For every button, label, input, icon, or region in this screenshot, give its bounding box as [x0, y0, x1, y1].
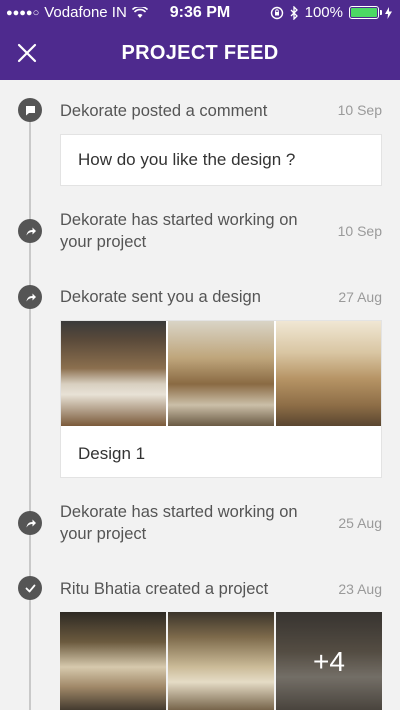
share-arrow-icon — [18, 219, 42, 243]
feed-item-text: Dekorate has started working on your pro… — [60, 211, 298, 251]
share-arrow-icon — [18, 285, 42, 309]
design-photo[interactable] — [168, 321, 274, 426]
project-photos: +4 — [60, 612, 382, 710]
feed-item-date: 23 Aug — [338, 581, 382, 597]
feed-item-text: Ritu Bhatia created a project — [60, 580, 269, 598]
app-header: PROJECT FEED — [0, 27, 400, 80]
more-photos-tile[interactable]: +4 — [276, 612, 382, 710]
system-indicators: 100% — [270, 4, 392, 21]
feed-item-text: Dekorate posted a comment — [60, 102, 268, 120]
rotation-lock-icon — [270, 6, 283, 19]
status-bar: ●●●●○ Vodafone IN 9:36 PM 100% — [0, 0, 400, 27]
design-photo[interactable] — [275, 321, 381, 426]
comment-icon — [18, 98, 42, 122]
comment-card[interactable]: How do you like the design ? — [60, 134, 382, 186]
feed-item-date: 10 Sep — [337, 223, 382, 239]
share-arrow-icon — [18, 511, 42, 535]
feed-item-date: 25 Aug — [338, 515, 382, 531]
design-label: Design 1 — [78, 444, 146, 463]
project-feed[interactable]: Dekorate posted a comment 10 Sep How do … — [0, 80, 400, 710]
battery-icon — [349, 6, 382, 19]
timeline-line — [29, 110, 31, 710]
design-card[interactable]: Design 1 — [60, 320, 382, 478]
feed-item-text: Dekorate has started working on your pro… — [60, 503, 298, 543]
project-photo[interactable] — [168, 612, 274, 710]
design-photo[interactable] — [61, 321, 167, 426]
project-photo[interactable] — [60, 612, 166, 710]
check-icon — [18, 576, 42, 600]
battery-percent: 100% — [304, 4, 343, 21]
feed-item-date: 27 Aug — [338, 289, 382, 305]
more-photos-count: +4 — [276, 612, 382, 710]
design-photos — [61, 321, 381, 426]
feed-item-text: Dekorate sent you a design — [60, 288, 261, 306]
feed-item-date: 10 Sep — [337, 102, 382, 118]
charging-icon — [385, 6, 392, 19]
page-title: PROJECT FEED — [121, 42, 279, 64]
bluetooth-icon — [290, 5, 298, 20]
comment-text: How do you like the design ? — [78, 150, 296, 169]
